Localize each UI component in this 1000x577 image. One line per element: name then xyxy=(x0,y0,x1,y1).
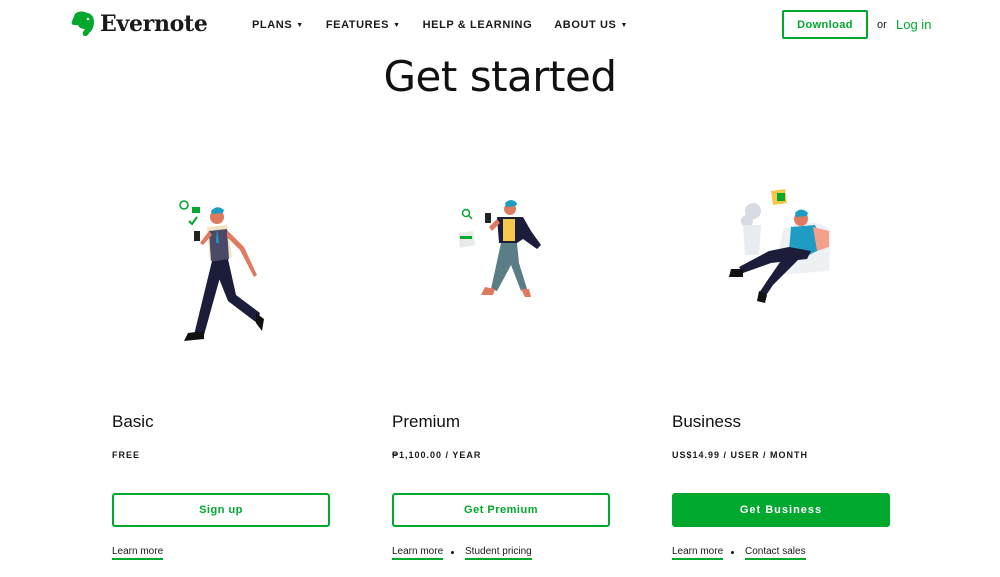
plan-name-basic: Basic xyxy=(112,412,154,431)
contact-sales-link[interactable]: Contact sales xyxy=(745,546,806,560)
nav-features-label: FEATURES xyxy=(325,19,390,31)
login-link[interactable]: Log in xyxy=(896,17,931,32)
nav-about-us[interactable]: ABOUT US ▼ xyxy=(554,19,628,31)
evernote-logo[interactable]: Evernote xyxy=(70,10,208,38)
download-button[interactable]: Download xyxy=(782,10,868,39)
nav-plans[interactable]: PLANS ▼ xyxy=(252,19,304,31)
link-separator-dot xyxy=(451,551,454,554)
get-business-button[interactable]: Get Business xyxy=(672,493,890,527)
sitting-man-illustration xyxy=(729,189,831,303)
walking-woman-illustration xyxy=(458,200,541,297)
caret-down-icon: ▼ xyxy=(296,21,304,29)
caret-down-icon: ▼ xyxy=(393,21,401,29)
link-separator-dot xyxy=(731,551,734,554)
page-title: Get started xyxy=(383,52,617,101)
plan-price-basic: FREE xyxy=(112,450,141,460)
plan-price-premium: ₱1,100.00 / YEAR xyxy=(392,450,482,460)
student-pricing-link[interactable]: Student pricing xyxy=(465,546,532,560)
learn-more-business-link[interactable]: Learn more xyxy=(672,546,724,560)
plan-price-business: US$14.99 / USER / MONTH xyxy=(672,450,809,460)
learn-more-premium-link[interactable]: Learn more xyxy=(392,546,444,560)
plan-name-business: Business xyxy=(672,412,741,431)
plan-name-premium: Premium xyxy=(392,412,461,431)
get-premium-button[interactable]: Get Premium xyxy=(392,493,610,527)
sign-up-button[interactable]: Sign up xyxy=(112,493,330,527)
main-nav: PLANS ▼ FEATURES ▼ HELP & LEARNING ABOUT… xyxy=(252,19,628,31)
nav-plans-label: PLANS xyxy=(252,19,293,31)
caret-down-icon: ▼ xyxy=(620,21,629,29)
walking-man-illustration xyxy=(179,200,264,341)
brand-name: Evernote xyxy=(100,11,208,37)
learn-more-basic-link[interactable]: Learn more xyxy=(112,546,164,560)
site-header: Evernote PLANS ▼ FEATURES ▼ HELP & LEARN… xyxy=(0,0,1000,52)
elephant-icon xyxy=(71,11,94,37)
or-separator: or xyxy=(877,19,887,31)
nav-help-learning-label: HELP & LEARNING xyxy=(422,19,533,31)
nav-about-us-label: ABOUT US xyxy=(554,19,617,31)
nav-features[interactable]: FEATURES ▼ xyxy=(326,19,401,31)
nav-help-learning[interactable]: HELP & LEARNING xyxy=(423,19,533,31)
